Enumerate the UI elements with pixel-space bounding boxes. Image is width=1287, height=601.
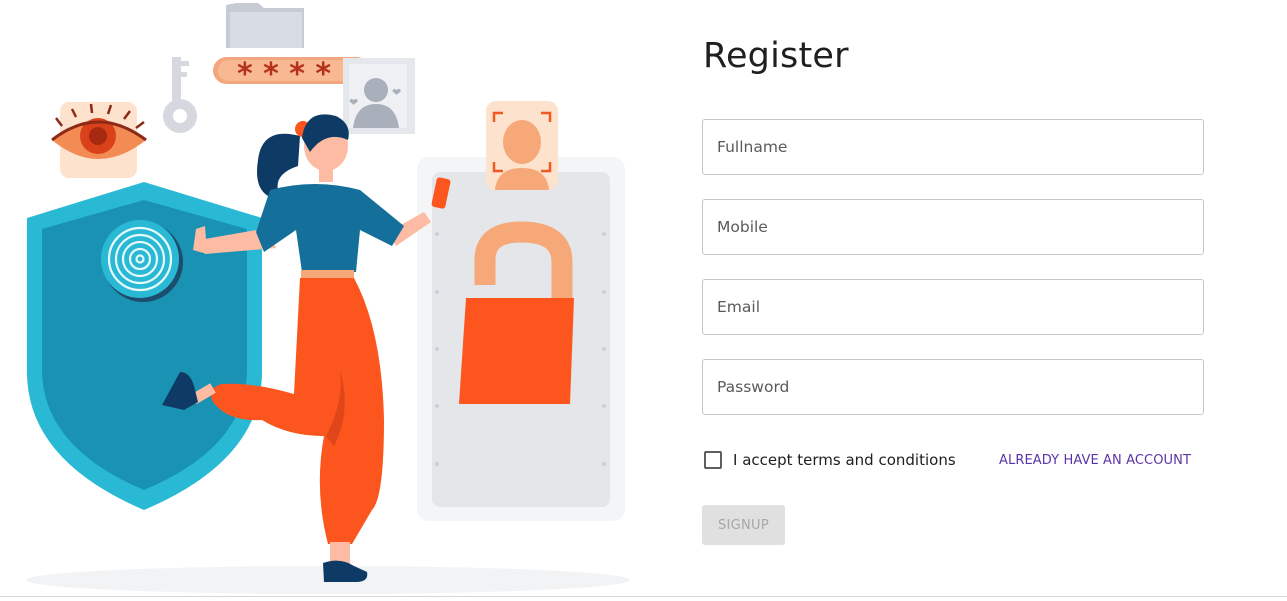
security-illustration: * * * * ❤ ❤ [0,0,680,596]
svg-text:❤: ❤ [392,86,401,99]
terms-row: I accept terms and conditions ALREADY HA… [702,450,1222,472]
login-link[interactable]: ALREADY HAVE AN ACCOUNT [999,453,1191,468]
terms-label[interactable]: I accept terms and conditions [733,451,956,469]
fullname-field[interactable] [702,119,1204,175]
email-input[interactable] [703,280,1203,334]
mobile-input[interactable] [703,200,1203,254]
password-input[interactable] [703,360,1203,414]
fullname-input[interactable] [703,120,1203,174]
key-icon [163,57,197,133]
password-mask-text: * * * * [237,57,331,92]
profile-card-icon: ❤ ❤ [343,58,415,134]
folder-icon [226,3,304,48]
terms-checkbox[interactable] [704,451,722,469]
register-form: Register I accept terms and conditions A… [702,0,1222,596]
mobile-field[interactable] [702,199,1204,255]
bottom-divider [0,596,1287,597]
email-field[interactable] [702,279,1204,335]
eye-icon [51,102,147,178]
svg-text:❤: ❤ [349,96,358,109]
signup-button[interactable]: SIGNUP [702,505,785,545]
page-title: Register [703,36,849,76]
password-field[interactable] [702,359,1204,415]
face-scan-icon [486,101,558,190]
